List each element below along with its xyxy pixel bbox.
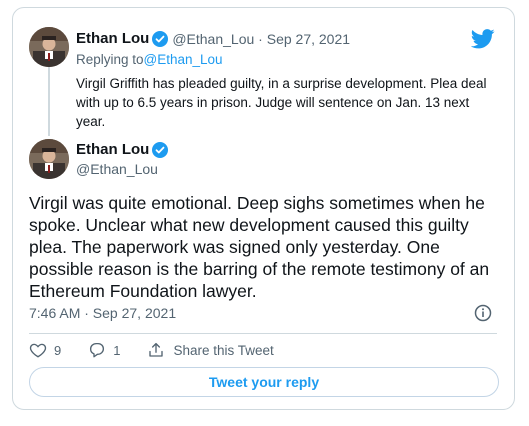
main-tweet-handle-row: @Ethan_Lou — [76, 161, 158, 177]
tweet-timestamp[interactable]: 7:46 AM · Sep 27, 2021 — [29, 305, 176, 321]
timestamp-text[interactable]: 7:46 AM · Sep 27, 2021 — [29, 305, 176, 321]
reply-button-label: Tweet your reply — [208, 374, 320, 390]
separator-dot: · — [254, 30, 267, 47]
like-count: 9 — [54, 342, 62, 358]
tweet-date[interactable]: Sep 27, 2021 — [267, 31, 350, 47]
replying-to-line: Replying to @Ethan_Lou — [76, 52, 223, 67]
author-handle[interactable]: @Ethan_Lou — [76, 161, 158, 177]
verified-badge-icon — [152, 141, 169, 158]
author-handle[interactable]: @Ethan_Lou — [172, 31, 254, 47]
author-name[interactable]: Ethan Lou — [76, 30, 149, 47]
main-tweet-name-row: Ethan Lou — [76, 141, 172, 158]
info-icon[interactable] — [474, 304, 492, 322]
author-name[interactable]: Ethan Lou — [76, 141, 149, 158]
reply-button[interactable]: 1 — [88, 341, 120, 359]
heart-icon — [29, 341, 47, 359]
avatar[interactable] — [29, 27, 69, 67]
thread-connector-line — [48, 67, 50, 136]
share-icon — [147, 341, 165, 359]
reply-count: 1 — [113, 342, 121, 358]
divider — [29, 333, 497, 334]
share-tweet-button[interactable]: Share this Tweet — [147, 341, 274, 359]
avatar[interactable] — [29, 139, 69, 179]
replying-to-prefix: Replying to — [76, 52, 144, 67]
reply-icon — [88, 341, 106, 359]
tweet-your-reply-button[interactable]: Tweet your reply — [29, 367, 499, 397]
like-button[interactable]: 9 — [29, 341, 61, 359]
quoted-tweet-text: Virgil Griffith has pleaded guilty, in a… — [76, 76, 487, 129]
quoted-tweet-header: Ethan Lou @Ethan_Lou · Sep 27, 2021 — [76, 30, 350, 47]
tweet-actions: 9 1 Share this Tweet — [29, 341, 274, 359]
replying-to-handle[interactable]: @Ethan_Lou — [144, 52, 223, 67]
verified-badge-icon — [152, 30, 169, 47]
main-tweet-text: Virgil was quite emotional. Deep sighs s… — [29, 193, 490, 301]
twitter-bird-icon[interactable] — [470, 29, 495, 49]
embedded-tweet-card: Ethan Lou @Ethan_Lou · Sep 27, 2021 Repl… — [12, 7, 515, 410]
share-label: Share this Tweet — [173, 342, 274, 358]
